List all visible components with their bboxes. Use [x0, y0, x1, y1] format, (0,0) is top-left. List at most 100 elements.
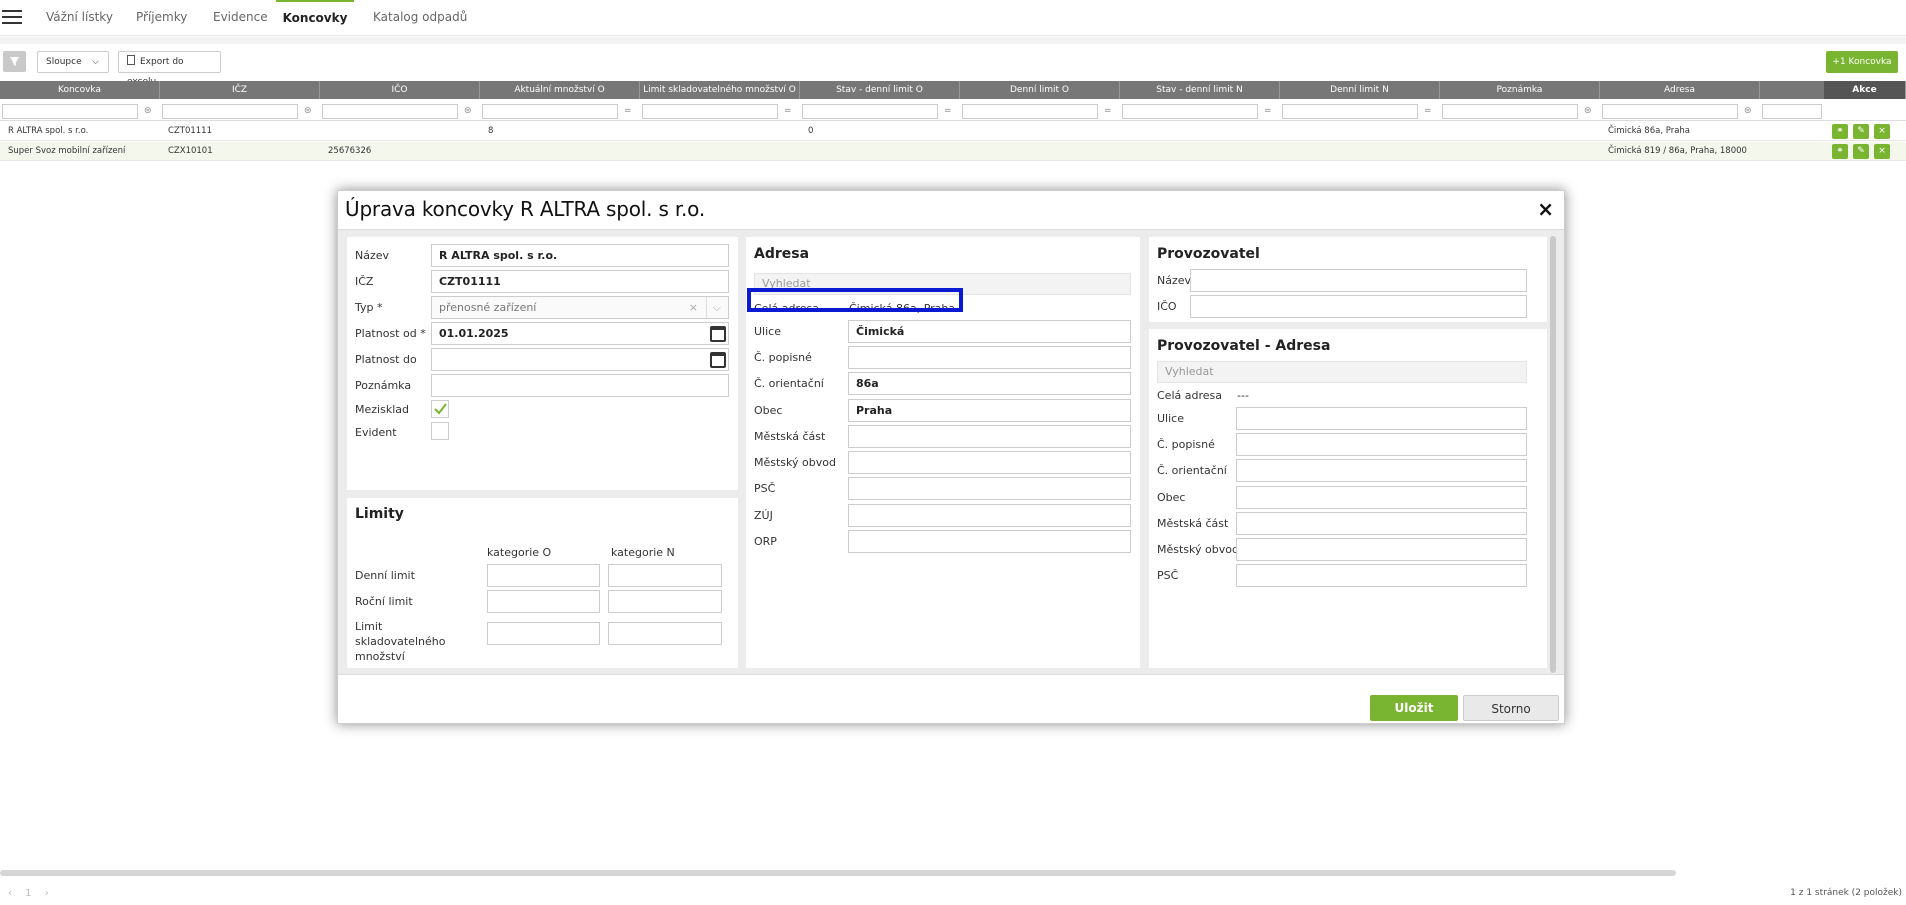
rocni-limit-n-input[interactable] — [608, 590, 722, 613]
prov-nazev-input[interactable] — [1190, 269, 1527, 292]
ulice-input[interactable]: Čimická — [848, 320, 1131, 343]
limit-sklad-n-input[interactable] — [608, 622, 722, 645]
col-adresa[interactable]: Adresa — [1600, 81, 1760, 99]
filter-equals-icon[interactable]: = — [1424, 107, 1434, 116]
obec-input[interactable]: Praha — [848, 399, 1131, 422]
copy-button[interactable]: ⚭ — [1832, 144, 1848, 159]
cancel-button[interactable]: Storno — [1463, 695, 1559, 721]
orp-input[interactable] — [848, 530, 1131, 553]
col-limit-sklad[interactable]: Limit skladovatelného množství O — [640, 81, 800, 99]
chevron-left-icon[interactable]: ‹ — [8, 888, 12, 899]
platnost-do-input[interactable] — [431, 348, 729, 371]
prov-ico-input[interactable] — [1190, 295, 1527, 318]
horizontal-scrollbar[interactable] — [0, 870, 1676, 876]
filter-input-stav-o[interactable] — [802, 104, 938, 119]
page-number[interactable]: 1 — [25, 888, 31, 899]
chevron-down-icon[interactable]: ⌵ — [705, 297, 721, 318]
col-akce: Akce — [1824, 81, 1906, 99]
columns-button[interactable]: Sloupce ⌵ — [37, 51, 109, 73]
col-ico[interactable]: IČO — [320, 81, 480, 99]
prov-ulice-input[interactable] — [1236, 407, 1527, 430]
tab-prijemky[interactable]: Příjemky — [136, 0, 187, 36]
nazev-input[interactable]: R ALTRA spol. s r.o. — [431, 244, 729, 267]
filter-equals-icon[interactable]: = — [784, 107, 794, 116]
prov-obec-input[interactable] — [1236, 486, 1527, 509]
prov-adresa-search-input[interactable]: Vyhledat — [1157, 361, 1527, 383]
orientacni-input[interactable]: 86a — [848, 372, 1131, 395]
chevron-right-icon[interactable]: › — [45, 888, 49, 899]
filter-equals-icon[interactable]: = — [1104, 107, 1114, 116]
filter-equals-icon[interactable]: = — [944, 107, 954, 116]
mestsky-obvod-input[interactable] — [848, 451, 1131, 474]
filter-input-denni-o[interactable] — [962, 104, 1098, 119]
mestska-cast-input[interactable] — [848, 425, 1131, 448]
prov-orientacni-input[interactable] — [1236, 459, 1527, 482]
filter-operator-icon[interactable]: ⊜ — [1584, 107, 1594, 116]
copy-button[interactable]: ⚭ — [1832, 124, 1848, 139]
clear-icon[interactable]: × — [689, 297, 698, 318]
evident-checkbox[interactable] — [431, 422, 449, 440]
filter-input-poznamka[interactable] — [1442, 104, 1578, 119]
prov-mestsky-obvod-input[interactable] — [1236, 538, 1527, 561]
filter-input-denni-n[interactable] — [1282, 104, 1418, 119]
col-stav-denni-o[interactable]: Stav - denní limit O — [800, 81, 960, 99]
platnost-do-label: Platnost do — [355, 353, 417, 366]
prov-popisne-input[interactable] — [1236, 433, 1527, 456]
mezisklad-checkbox[interactable] — [431, 400, 449, 418]
edit-button[interactable]: ✎ — [1853, 124, 1869, 139]
filter-input-limit[interactable] — [642, 104, 778, 119]
calendar-icon[interactable] — [710, 326, 726, 342]
filter-input-adresa[interactable] — [1602, 104, 1738, 119]
filter-input-extra[interactable] — [1762, 104, 1822, 119]
denni-limit-n-input[interactable] — [608, 564, 722, 587]
filter-operator-icon[interactable]: ⊜ — [464, 107, 474, 116]
save-button[interactable]: Uložit — [1370, 695, 1458, 721]
filter-equals-icon[interactable]: = — [624, 107, 634, 116]
icz-input[interactable]: CZT01111 — [431, 270, 729, 293]
col-stav-denni-n[interactable]: Stav - denní limit N — [1120, 81, 1280, 99]
col-denni-limit-o[interactable]: Denní limit O — [960, 81, 1120, 99]
psc-input[interactable] — [848, 477, 1131, 500]
dialog-vertical-scrollbar[interactable] — [1550, 236, 1556, 673]
export-excel-button[interactable]: Export do excelu — [118, 51, 221, 87]
filter-operator-icon[interactable]: ⊜ — [144, 107, 154, 116]
limit-sklad-o-input[interactable] — [487, 622, 600, 645]
poznamka-input[interactable] — [431, 374, 729, 397]
filter-toggle-button[interactable] — [3, 51, 26, 72]
prov-psc-input[interactable] — [1236, 564, 1527, 587]
popisne-input[interactable] — [848, 346, 1131, 369]
filter-operator-icon[interactable]: ⊜ — [304, 107, 314, 116]
filter-input-koncovka[interactable] — [2, 104, 138, 119]
filter-operator-icon[interactable]: ⊜ — [1744, 107, 1754, 116]
table-row[interactable]: Super Svoz mobilní zařízení CZX10101 256… — [0, 142, 1906, 161]
tab-koncovky[interactable]: Koncovky — [276, 0, 354, 36]
col-koncovka[interactable]: Koncovka — [0, 81, 160, 99]
filter-equals-icon[interactable]: = — [1264, 107, 1274, 116]
tab-evidence[interactable]: Evidence — [213, 0, 268, 36]
tab-katalog-odpadu[interactable]: Katalog odpadů — [373, 0, 467, 36]
col-icz[interactable]: IČZ — [160, 81, 320, 99]
close-icon[interactable]: × — [1537, 197, 1554, 221]
prov-mestska-cast-input[interactable] — [1236, 512, 1527, 535]
filter-input-icz[interactable] — [162, 104, 298, 119]
denni-limit-o-input[interactable] — [487, 564, 600, 587]
col-denni-limit-n[interactable]: Denní limit N — [1280, 81, 1440, 99]
platnost-od-input[interactable]: 01.01.2025 — [431, 322, 729, 345]
filter-input-stav-n[interactable] — [1122, 104, 1258, 119]
filter-input-ico[interactable] — [322, 104, 458, 119]
denni-limit-label: Denní limit — [355, 569, 415, 582]
zuj-input[interactable] — [848, 504, 1131, 527]
tab-vazni-listky[interactable]: Vážní lístky — [46, 0, 113, 36]
table-row[interactable]: R ALTRA spol. s r.o. CZT01111 8 0 Čimick… — [0, 122, 1906, 141]
rocni-limit-o-input[interactable] — [487, 590, 600, 613]
calendar-icon[interactable] — [710, 352, 726, 368]
delete-button[interactable]: × — [1874, 124, 1890, 139]
edit-button[interactable]: ✎ — [1853, 144, 1869, 159]
typ-select[interactable]: přenosné zařízení × ⌵ — [431, 296, 729, 319]
col-poznamka[interactable]: Poznámka — [1440, 81, 1600, 99]
add-koncovka-button[interactable]: +1 Koncovka — [1826, 51, 1898, 73]
col-aktualni-mnozstvi[interactable]: Aktuální množství O — [480, 81, 640, 99]
menu-icon[interactable] — [2, 10, 22, 24]
delete-button[interactable]: × — [1874, 144, 1890, 159]
filter-input-aktualni[interactable] — [482, 104, 618, 119]
